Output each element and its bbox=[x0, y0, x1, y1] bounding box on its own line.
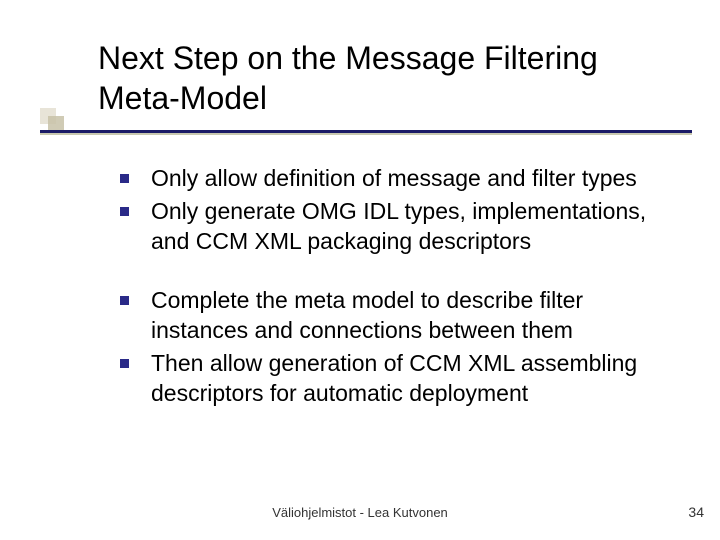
bullet-text: Complete the meta model to describe filt… bbox=[151, 286, 680, 345]
bullet-square-icon bbox=[120, 174, 129, 183]
bullet-text: Then allow generation of CCM XML assembl… bbox=[151, 349, 680, 408]
bullet-text: Only allow definition of message and fil… bbox=[151, 164, 637, 193]
list-item: Then allow generation of CCM XML assembl… bbox=[120, 349, 680, 408]
slide-title: Next Step on the Message Filtering Meta-… bbox=[98, 38, 680, 118]
bullet-content: Only allow definition of message and fil… bbox=[120, 164, 680, 412]
title-block: Next Step on the Message Filtering Meta-… bbox=[98, 38, 680, 118]
list-item: Only allow definition of message and fil… bbox=[120, 164, 680, 193]
page-number: 34 bbox=[688, 504, 704, 520]
bullet-square-icon bbox=[120, 296, 129, 305]
footer-text: Väliohjelmistot - Lea Kutvonen bbox=[0, 505, 720, 520]
bullet-square-icon bbox=[120, 359, 129, 368]
bullet-square-icon bbox=[120, 207, 129, 216]
list-item: Complete the meta model to describe filt… bbox=[120, 286, 680, 345]
title-rule-light bbox=[40, 133, 692, 135]
bullet-text: Only generate OMG IDL types, implementat… bbox=[151, 197, 680, 256]
list-item: Only generate OMG IDL types, implementat… bbox=[120, 197, 680, 256]
